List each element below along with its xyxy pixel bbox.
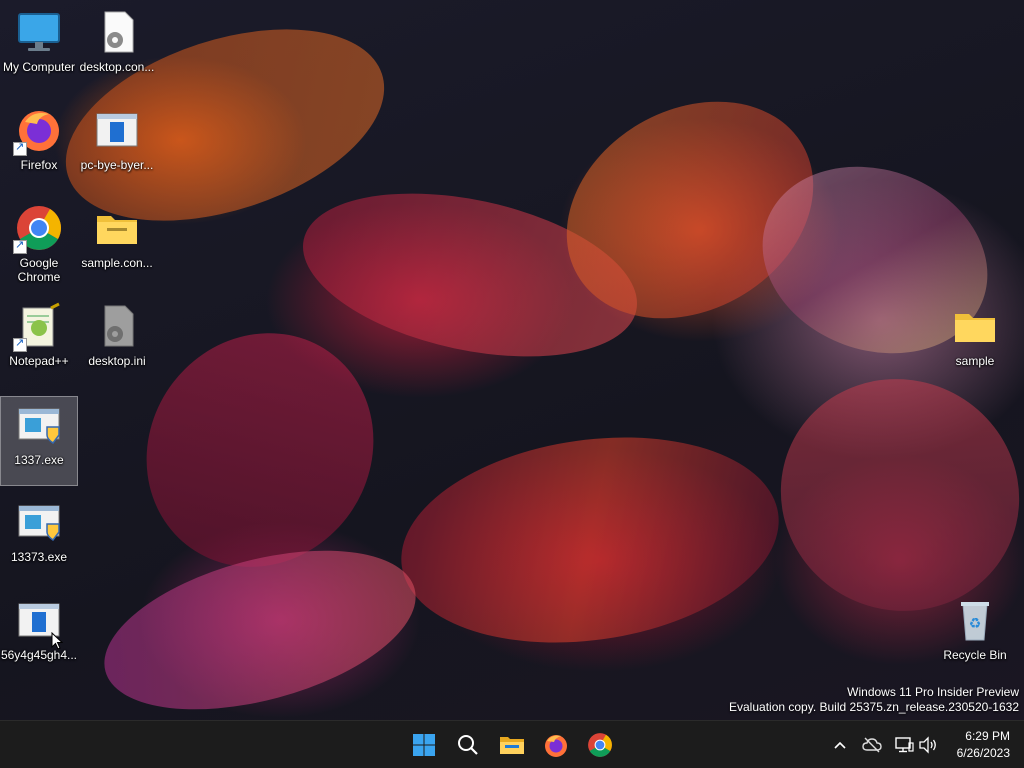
cloud-offline-icon [862,737,882,753]
settings-file-icon [93,8,141,56]
icon-label: 1337.exe [14,453,64,467]
chrome-icon [588,733,612,757]
notepad-plus-plus-icon [13,302,63,352]
chevron-up-icon [834,741,846,749]
icon-label: Notepad++ [9,354,69,368]
onedrive-tray-button[interactable] [860,733,884,757]
desktop-icon-sample-config[interactable]: sample.con... [78,200,156,290]
chrome-taskbar-button[interactable] [584,729,616,761]
clock-time: 6:29 PM [965,729,1010,743]
desktop-icon-my-computer[interactable]: My Computer [0,4,78,94]
desktop[interactable]: My Computer Firefox Google Chrome Notepa… [0,0,1024,720]
monitor-icon [15,8,63,56]
icon-label: Google Chrome [17,256,61,284]
application-exe-icon [15,498,63,546]
volume-icon [919,736,936,754]
file-explorer-icon [500,737,524,754]
recycle-bin-icon: ♻ [951,596,999,644]
desktop-icon-notepad-plus-plus[interactable]: Notepad++ [0,298,78,388]
svg-text:♻: ♻ [969,616,982,632]
watermark-line: Evaluation copy. Build 25375.zn_release.… [729,700,1019,714]
desktop-icon-google-chrome[interactable]: Google Chrome [0,200,78,290]
desktop-icon-desktop-config[interactable]: desktop.con... [78,4,156,94]
desktop-icon-13373-exe[interactable]: 13373.exe [0,494,78,584]
search-button[interactable] [452,729,484,761]
icon-label: My Computer [2,60,76,74]
start-button[interactable] [408,729,440,761]
search-icon [458,735,478,755]
shortcut-arrow-icon [13,238,27,254]
network-icon [895,737,914,753]
volume-tray-button[interactable] [916,733,940,757]
icon-label: Firefox [20,158,58,172]
icon-label: Recycle Bin [943,648,1007,662]
taskbar: 6:29 PM 6/26/2023 [0,720,1024,768]
icon-label: sample [955,354,995,368]
icon-label: 13373.exe [10,550,68,564]
desktop-icon-sample-folder[interactable]: sample [936,298,1014,388]
firefox-icon [545,735,567,757]
shortcut-arrow-icon [13,140,27,156]
icon-label: 56y4g45gh4... [0,648,78,662]
clock[interactable]: 6:29 PM 6/26/2023 [957,728,1010,762]
firefox-icon [13,106,63,156]
desktop-icon-desktop-ini[interactable]: desktop.ini [78,298,156,388]
windows-evaluation-watermark: Windows 11 Pro Insider Preview Evaluatio… [729,685,1019,715]
show-hidden-icons-button[interactable] [828,733,852,757]
icon-label: desktop.ini [88,354,146,368]
zipped-folder-icon [93,204,141,252]
icon-label: pc-bye-byer... [80,158,154,172]
application-exe-icon [15,401,63,449]
desktop-icon-pc-bye-byer[interactable]: pc-bye-byer... [78,102,156,192]
wallpaper-ribbon [387,414,793,666]
file-explorer-button[interactable] [496,729,528,761]
desktop-icon-firefox[interactable]: Firefox [0,102,78,192]
application-window-icon [93,106,141,154]
settings-file-icon [93,302,141,350]
start-icon [413,734,435,756]
desktop-icon-1337-exe[interactable]: 1337.exe [0,396,78,486]
clock-date: 6/26/2023 [956,746,1010,760]
desktop-icon-56y4g45gh4[interactable]: 56y4g45gh4... [0,592,78,682]
desktop-icon-recycle-bin[interactable]: ♻ Recycle Bin [936,592,1014,682]
watermark-line: Windows 11 Pro Insider Preview [847,685,1019,699]
folder-icon [951,302,999,350]
network-tray-button[interactable] [892,733,916,757]
chrome-icon [13,204,63,254]
firefox-taskbar-button[interactable] [540,729,572,761]
icon-label: sample.con... [81,256,153,270]
icon-label: desktop.con... [79,60,155,74]
mouse-cursor-icon [51,632,63,650]
shortcut-arrow-icon [13,336,27,352]
